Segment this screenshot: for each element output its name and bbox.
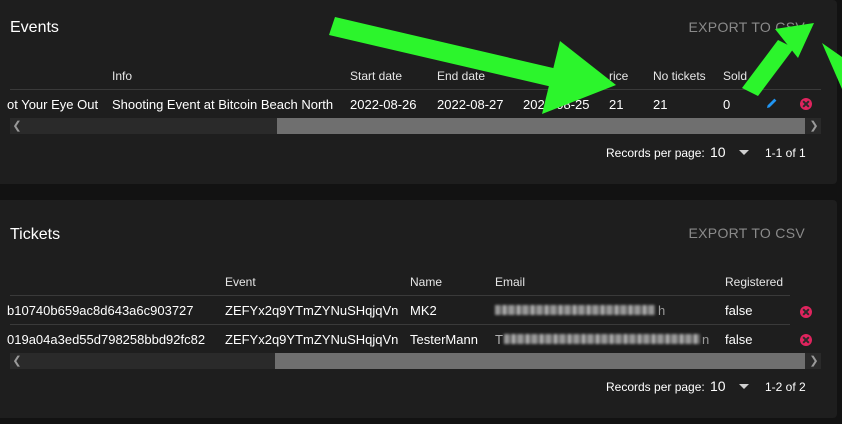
- events-col-no-tickets[interactable]: No tickets: [653, 69, 706, 83]
- ticket-name-cell: MK2: [410, 303, 437, 318]
- tickets-col-name[interactable]: Name: [410, 275, 442, 289]
- scroll-right-icon[interactable]: ❯: [807, 118, 821, 134]
- email-prefix: T: [495, 332, 503, 347]
- events-card: Events EXPORT TO CSV Info Start date End…: [0, 0, 837, 184]
- tickets-header-divider: [10, 295, 790, 296]
- tickets-page-range: 1-2 of 2: [765, 380, 806, 394]
- events-col-start-date[interactable]: Start date: [350, 69, 402, 83]
- delete-icon[interactable]: [800, 98, 812, 110]
- events-scroll-thumb[interactable]: [277, 118, 805, 134]
- row-divider: [10, 324, 790, 325]
- tickets-scroll-thumb[interactable]: [275, 353, 805, 369]
- events-title: Events: [10, 19, 59, 36]
- events-col-info[interactable]: Info: [112, 69, 132, 83]
- event-start-date-cell: 2022-08-26: [350, 97, 417, 112]
- delete-icon[interactable]: [800, 306, 812, 318]
- event-info-cell: Shooting Event at Bitcoin Beach North: [112, 97, 334, 112]
- redacted-email: [504, 334, 700, 344]
- ticket-event-cell: ZEFYx2q9YTmZYNuSHqjqVn: [225, 303, 399, 318]
- event-price-cell: 21: [609, 97, 624, 112]
- events-col-price[interactable]: rice: [609, 69, 628, 83]
- tickets-col-email[interactable]: Email: [495, 275, 525, 289]
- event-name-cell: ot Your Eye Out: [7, 97, 99, 112]
- events-header-divider: [10, 89, 821, 90]
- event-sold-cell: 0: [723, 97, 731, 112]
- tickets-records-per-page-label: Records per page:: [606, 380, 705, 394]
- chevron-down-icon[interactable]: [739, 150, 749, 155]
- events-horizontal-scrollbar[interactable]: ❮ ❯: [10, 118, 821, 134]
- events-export-button[interactable]: EXPORT TO CSV: [689, 19, 805, 35]
- ticket-id-cell: b10740b659ac8d643a6c903727: [7, 303, 194, 318]
- events-col-end-date[interactable]: End date: [437, 69, 485, 83]
- events-col-ticket-date[interactable]: Ticke: [523, 69, 551, 83]
- chevron-down-icon[interactable]: [739, 384, 749, 389]
- event-end-date-cell: 2022-08-27: [437, 97, 504, 112]
- ticket-registered-cell: false: [725, 332, 753, 347]
- events-records-per-page-value[interactable]: 10: [710, 144, 726, 160]
- tickets-horizontal-scrollbar[interactable]: ❮ ❯: [10, 353, 821, 369]
- events-page-range: 1-1 of 1: [765, 146, 806, 160]
- email-suffix: n: [702, 332, 710, 347]
- scroll-left-icon[interactable]: ❮: [10, 353, 24, 369]
- tickets-col-event[interactable]: Event: [225, 275, 256, 289]
- tickets-col-registered[interactable]: Registered: [725, 275, 783, 289]
- redacted-email: [495, 305, 655, 315]
- event-no-tickets-cell: 21: [653, 97, 668, 112]
- tickets-records-per-page-value[interactable]: 10: [710, 378, 726, 394]
- tickets-export-button[interactable]: EXPORT TO CSV: [689, 225, 805, 241]
- tickets-title: Tickets: [10, 226, 61, 243]
- events-records-per-page-label: Records per page:: [606, 146, 705, 160]
- email-suffix: h: [658, 303, 666, 318]
- ticket-event-cell: ZEFYx2q9YTmZYNuSHqjqVn: [225, 332, 399, 347]
- delete-icon[interactable]: [800, 334, 812, 346]
- ticket-registered-cell: false: [725, 303, 753, 318]
- ticket-name-cell: TesterMann: [410, 332, 478, 347]
- event-ticket-date-cell: 2022-08-25: [523, 97, 590, 112]
- events-col-sold[interactable]: Sold: [723, 69, 747, 83]
- pencil-icon[interactable]: [766, 97, 778, 109]
- tickets-card: Tickets EXPORT TO CSV Event Name Email R…: [0, 200, 837, 418]
- scroll-left-icon[interactable]: ❮: [10, 118, 24, 134]
- scroll-right-icon[interactable]: ❯: [807, 353, 821, 369]
- ticket-id-cell: 019a04a3ed55d798258bbd92fc82: [7, 332, 206, 347]
